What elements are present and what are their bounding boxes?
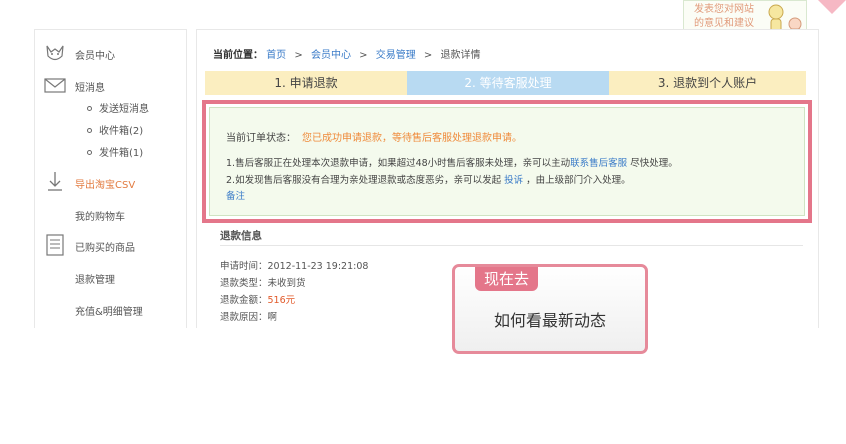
bullet-icon bbox=[87, 128, 92, 133]
refund-type-value: 未收到货 bbox=[267, 278, 306, 289]
status-text: 您已成功申请退款，等待售后客服处理退款申请。 bbox=[302, 133, 522, 144]
breadcrumb-home[interactable]: 首页 bbox=[266, 50, 286, 61]
sidebar-item-messages[interactable]: 短消息 bbox=[35, 74, 188, 96]
refund-type-label: 退款类型： bbox=[220, 278, 268, 289]
contact-service-link[interactable]: 联系售后客服 bbox=[570, 158, 627, 169]
breadcrumb-current: 退款详情 bbox=[440, 50, 481, 61]
tutorial-card-text: 如何看最新动态 bbox=[493, 311, 606, 330]
sidebar-item-purchased[interactable]: 已购买的商品 bbox=[35, 234, 188, 256]
refund-time-value: 2012-11-23 19:21:08 bbox=[267, 261, 369, 272]
sidebar-label-export-csv: 导出淘宝CSV bbox=[75, 180, 136, 191]
refund-amount-value: 516元 bbox=[267, 295, 296, 306]
refund-reason-row: 退款原因：啊 bbox=[220, 309, 277, 323]
sidebar-sub-outbox[interactable]: 发件箱(1) bbox=[87, 144, 144, 159]
download-arrow-icon bbox=[48, 172, 62, 191]
sub-label-send: 发送短消息 bbox=[99, 104, 149, 115]
sidebar-item-refund[interactable]: 退款管理 bbox=[35, 266, 188, 288]
complaint-link[interactable]: 投诉 bbox=[504, 175, 523, 186]
refund-reason-label: 退款原因： bbox=[220, 312, 268, 323]
breadcrumb-trade[interactable]: 交易管理 bbox=[376, 50, 416, 61]
refund-time-label: 申请时间： bbox=[220, 261, 268, 272]
refund-time-row: 申请时间：2012-11-23 19:21:08 bbox=[220, 258, 368, 272]
step-apply-refund: 1. 申请退款 bbox=[205, 71, 407, 95]
sidebar-item-member-center[interactable]: 会员中心 bbox=[35, 42, 188, 64]
sidebar-label-recharge: 充值&明细管理 bbox=[75, 307, 143, 318]
notice-line-2: 2.如发现售后客服没有合理为亲处理退款或态度恶劣，亲可以发起 投诉 ，由上级部门… bbox=[226, 172, 631, 186]
notice-line1-end: 尽快处理。 bbox=[630, 158, 678, 169]
note-link[interactable]: 备注 bbox=[226, 188, 245, 202]
sidebar-item-recharge[interactable]: 充值&明细管理 bbox=[35, 298, 188, 320]
status-label: 当前订单状态： bbox=[226, 133, 296, 144]
sidebar-label-refund: 退款管理 bbox=[75, 275, 115, 286]
refund-type-row: 退款类型：未收到货 bbox=[220, 275, 306, 289]
sidebar-label-cart: 我的购物车 bbox=[75, 212, 125, 223]
order-status-notice: 当前订单状态： 您已成功申请退款，等待售后客服处理退款申请。 1.售后客服正在处理… bbox=[202, 100, 812, 223]
tutorial-card[interactable]: 现在去 如何看最新动态 bbox=[452, 264, 648, 354]
sidebar: 会员中心 短消息 发送短消息 收件箱(2) 发件箱(1) 导出淘宝CSV 我的购… bbox=[34, 29, 187, 328]
step-await-service: 2. 等待客服处理 bbox=[407, 71, 609, 95]
notice-line1-text: 1.售后客服正在处理本次退款申请，如果超过48小时售后客服未处理，亲可以主动 bbox=[226, 158, 571, 169]
breadcrumb-member-center[interactable]: 会员中心 bbox=[311, 50, 351, 61]
sidebar-item-cart[interactable]: 我的购物车 bbox=[35, 203, 188, 225]
sidebar-label-purchased: 已购买的商品 bbox=[75, 243, 135, 254]
bullet-icon bbox=[87, 150, 92, 155]
breadcrumb-sep: > bbox=[423, 50, 433, 61]
corner-ribbon-icon bbox=[818, 0, 846, 14]
sidebar-label-member-center: 会员中心 bbox=[75, 51, 115, 62]
sidebar-item-export-csv[interactable]: 导出淘宝CSV bbox=[35, 171, 188, 193]
sidebar-label-messages: 短消息 bbox=[75, 83, 105, 94]
progress-steps: 1. 申请退款 2. 等待客服处理 3. 退款到个人账户 bbox=[205, 71, 806, 95]
feedback-line1: 发表您对网站 bbox=[694, 4, 754, 15]
breadcrumb: 当前位置： 首页 > 会员中心 > 交易管理 > 退款详情 bbox=[213, 46, 480, 61]
divider bbox=[220, 245, 803, 246]
refund-reason-value: 啊 bbox=[267, 312, 278, 323]
feedback-text: 发表您对网站 的意见和建议 bbox=[688, 3, 760, 31]
go-now-tag: 现在去 bbox=[475, 267, 539, 291]
sub-label-outbox: 发件箱(1) bbox=[99, 148, 144, 159]
document-list-icon bbox=[46, 234, 64, 256]
breadcrumb-sep: > bbox=[359, 50, 368, 61]
sub-label-inbox: 收件箱(2) bbox=[99, 126, 144, 137]
breadcrumb-label: 当前位置： bbox=[213, 50, 263, 61]
refund-amount-row: 退款金额：516元 bbox=[220, 292, 295, 306]
bullet-icon bbox=[87, 106, 92, 111]
sidebar-sub-inbox[interactable]: 收件箱(2) bbox=[87, 122, 144, 137]
notice-box: 当前订单状态： 您已成功申请退款，等待售后客服处理退款申请。 1.售后客服正在处理… bbox=[209, 107, 805, 216]
notice-line2-text: 2.如发现售后客服没有合理为亲处理退款或态度恶劣，亲可以发起 bbox=[226, 175, 502, 186]
notice-line2-end: ，由上级部门介入处理。 bbox=[526, 175, 631, 186]
refund-amount-label: 退款金额： bbox=[220, 295, 268, 306]
fox-icon bbox=[46, 45, 64, 61]
notice-line-1: 1.售后客服正在处理本次退款申请，如果超过48小时售后客服未处理，亲可以主动联系… bbox=[226, 155, 678, 169]
breadcrumb-sep: > bbox=[294, 50, 303, 61]
order-status: 当前订单状态： 您已成功申请退款，等待售后客服处理退款申请。 bbox=[226, 129, 522, 144]
step-refund-account: 3. 退款到个人账户 bbox=[609, 71, 806, 95]
sidebar-sub-send[interactable]: 发送短消息 bbox=[87, 100, 149, 115]
envelope-icon bbox=[44, 78, 66, 93]
refund-info-title: 退款信息 bbox=[220, 230, 262, 242]
